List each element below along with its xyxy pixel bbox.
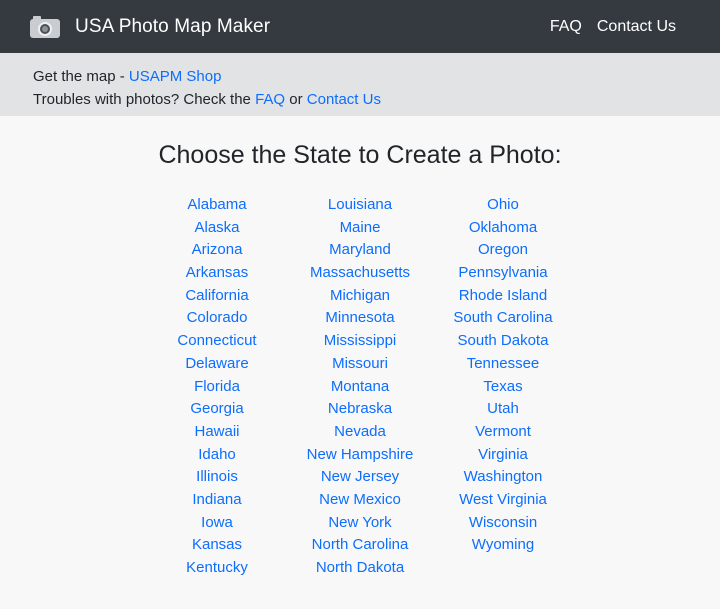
notice-map-text: Get the map -	[33, 68, 129, 85]
state-link-north-carolina[interactable]: North Carolina	[312, 534, 409, 557]
state-link-hawaii[interactable]: Hawaii	[194, 421, 239, 444]
state-link-minnesota[interactable]: Minnesota	[325, 307, 394, 330]
state-link-oklahoma[interactable]: Oklahoma	[469, 217, 537, 240]
state-link-utah[interactable]: Utah	[487, 398, 519, 421]
state-list: Alabama Alaska Arizona Arkansas California Co…	[0, 194, 720, 580]
state-link-florida[interactable]: Florida	[194, 376, 240, 399]
notice-banner: Get the map - USAPM Shop Troubles with p…	[0, 53, 720, 116]
camera-icon	[30, 15, 60, 38]
state-link-california[interactable]: California	[185, 285, 248, 308]
state-link-kansas[interactable]: Kansas	[192, 534, 242, 557]
state-link-wyoming[interactable]: Wyoming	[472, 534, 534, 557]
state-column: Alabama Alaska Arizona Arkansas California Co…	[146, 194, 289, 580]
state-link-georgia[interactable]: Georgia	[190, 398, 243, 421]
state-link-michigan[interactable]: Michigan	[330, 285, 390, 308]
nav-links: FAQ Contact Us	[550, 18, 676, 36]
state-link-alaska[interactable]: Alaska	[194, 217, 239, 240]
state-link-rhode-island[interactable]: Rhode Island	[459, 285, 547, 308]
state-link-missouri[interactable]: Missouri	[332, 353, 388, 376]
state-link-delaware[interactable]: Delaware	[185, 353, 248, 376]
nav-contact-link[interactable]: Contact Us	[597, 18, 676, 36]
state-link-south-dakota[interactable]: South Dakota	[458, 330, 549, 353]
state-link-new-york[interactable]: New York	[328, 512, 391, 535]
state-link-iowa[interactable]: Iowa	[201, 512, 233, 535]
state-link-illinois[interactable]: Illinois	[196, 466, 238, 489]
state-link-nevada[interactable]: Nevada	[334, 421, 386, 444]
page-title: Choose the State to Create a Photo:	[158, 141, 562, 169]
state-link-alabama[interactable]: Alabama	[187, 194, 246, 217]
notice-troubles-text: Troubles with photos? Check the	[33, 91, 256, 108]
state-link-new-hampshire[interactable]: New Hampshire	[307, 444, 414, 467]
notice-line-map: Get the map - USAPM Shop	[33, 65, 720, 88]
state-link-arkansas[interactable]: Arkansas	[186, 262, 249, 285]
state-link-new-jersey[interactable]: New Jersey	[321, 466, 399, 489]
state-link-maryland[interactable]: Maryland	[329, 239, 391, 262]
state-link-connecticut[interactable]: Connecticut	[177, 330, 256, 353]
shop-link[interactable]: USAPM Shop	[129, 68, 222, 85]
brand-link[interactable]: USA Photo Map Maker	[30, 15, 271, 38]
state-link-ohio[interactable]: Ohio	[487, 194, 519, 217]
state-column: Ohio Oklahoma Oregon Pennsylvania Rhode Isla…	[432, 194, 575, 580]
state-link-virginia[interactable]: Virginia	[478, 444, 528, 467]
state-link-colorado[interactable]: Colorado	[187, 307, 248, 330]
state-link-south-carolina[interactable]: South Carolina	[453, 307, 552, 330]
state-link-washington[interactable]: Washington	[464, 466, 543, 489]
state-link-massachusetts[interactable]: Massachusetts	[310, 262, 410, 285]
state-link-louisiana[interactable]: Louisiana	[328, 194, 392, 217]
state-link-nebraska[interactable]: Nebraska	[328, 398, 392, 421]
main-content: Choose the State to Create a Photo: Alab…	[0, 116, 720, 580]
state-link-indiana[interactable]: Indiana	[192, 489, 241, 512]
state-link-texas[interactable]: Texas	[483, 376, 522, 399]
brand-title: USA Photo Map Maker	[75, 15, 271, 37]
state-column: Louisiana Maine Maryland Massachusetts Michi…	[289, 194, 432, 580]
state-link-kentucky[interactable]: Kentucky	[186, 557, 248, 580]
state-link-new-mexico[interactable]: New Mexico	[319, 489, 401, 512]
notice-line-troubles: Troubles with photos? Check the FAQ or C…	[33, 88, 720, 111]
navbar: USA Photo Map Maker FAQ Contact Us	[0, 0, 720, 53]
notice-contact-link[interactable]: Contact Us	[307, 91, 381, 108]
state-link-idaho[interactable]: Idaho	[198, 444, 236, 467]
notice-or-text: or	[285, 91, 307, 108]
state-link-west-virginia[interactable]: West Virginia	[459, 489, 547, 512]
state-link-wisconsin[interactable]: Wisconsin	[469, 512, 537, 535]
state-link-montana[interactable]: Montana	[331, 376, 389, 399]
state-link-maine[interactable]: Maine	[340, 217, 381, 240]
state-link-oregon[interactable]: Oregon	[478, 239, 528, 262]
state-link-pennsylvania[interactable]: Pennsylvania	[458, 262, 547, 285]
nav-faq-link[interactable]: FAQ	[550, 18, 582, 36]
state-link-vermont[interactable]: Vermont	[475, 421, 531, 444]
state-link-north-dakota[interactable]: North Dakota	[316, 557, 404, 580]
state-link-tennessee[interactable]: Tennessee	[467, 353, 540, 376]
notice-faq-link[interactable]: FAQ	[255, 91, 285, 108]
state-link-mississippi[interactable]: Mississippi	[324, 330, 397, 353]
state-link-arizona[interactable]: Arizona	[192, 239, 243, 262]
